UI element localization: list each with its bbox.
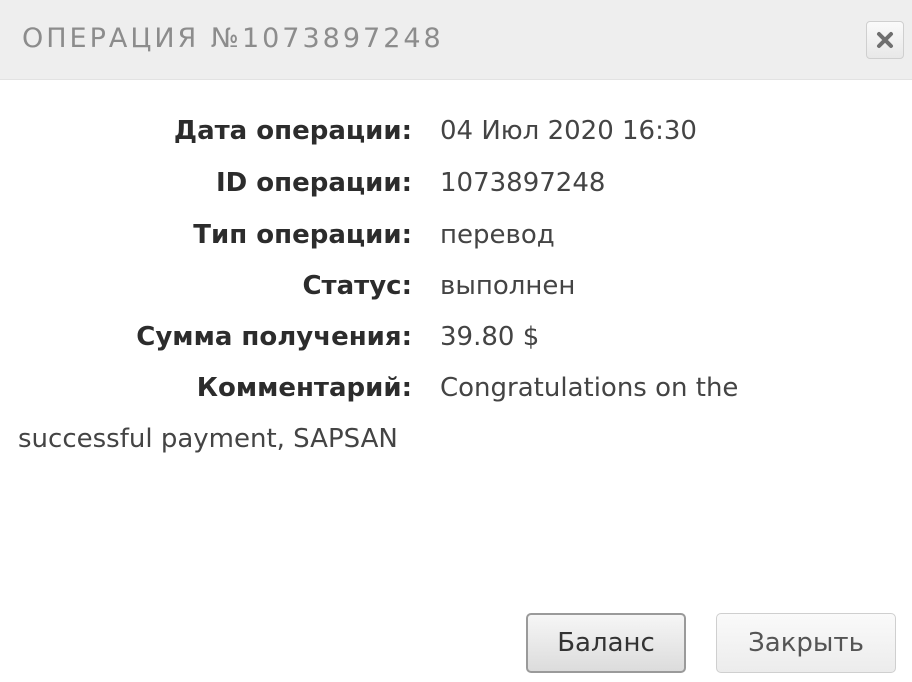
- dialog-title: ОПЕРАЦИЯ №1073897248: [22, 23, 444, 54]
- id-value: 1073897248: [440, 168, 606, 198]
- status-value: выполнен: [440, 271, 576, 301]
- date-label: Дата операции:: [173, 116, 412, 146]
- balance-button[interactable]: Баланс: [526, 613, 686, 673]
- detail-row-id: ID операции: 1073897248: [0, 168, 912, 208]
- comment-value: Congratulations on the: [440, 373, 739, 403]
- detail-row-amount: Сумма получения: 39.80 $: [0, 322, 912, 362]
- comment-continuation: successful payment, SAPSAN: [18, 424, 398, 454]
- close-dialog-button[interactable]: Закрыть: [716, 613, 896, 673]
- detail-row-date: Дата операции: 04 Июл 2020 16:30: [0, 116, 912, 156]
- dialog-titlebar: ОПЕРАЦИЯ №1073897248: [0, 0, 912, 80]
- id-label: ID операции:: [215, 168, 412, 198]
- close-button[interactable]: [866, 21, 904, 59]
- detail-row-status: Статус: выполнен: [0, 271, 912, 311]
- amount-label: Сумма получения:: [136, 322, 412, 352]
- type-value: перевод: [440, 220, 555, 250]
- detail-row-comment: Комментарий: Congratulations on the: [0, 373, 912, 413]
- operation-dialog: ОПЕРАЦИЯ №1073897248 Дата операции: 04 И…: [0, 0, 912, 682]
- detail-row-type: Тип операции: перевод: [0, 220, 912, 260]
- status-label: Статус:: [302, 271, 412, 301]
- amount-value: 39.80 $: [440, 322, 540, 352]
- comment-label: Комментарий:: [196, 373, 412, 403]
- type-label: Тип операции:: [193, 220, 412, 250]
- date-value: 04 Июл 2020 16:30: [440, 116, 697, 146]
- close-x-icon: [876, 31, 894, 49]
